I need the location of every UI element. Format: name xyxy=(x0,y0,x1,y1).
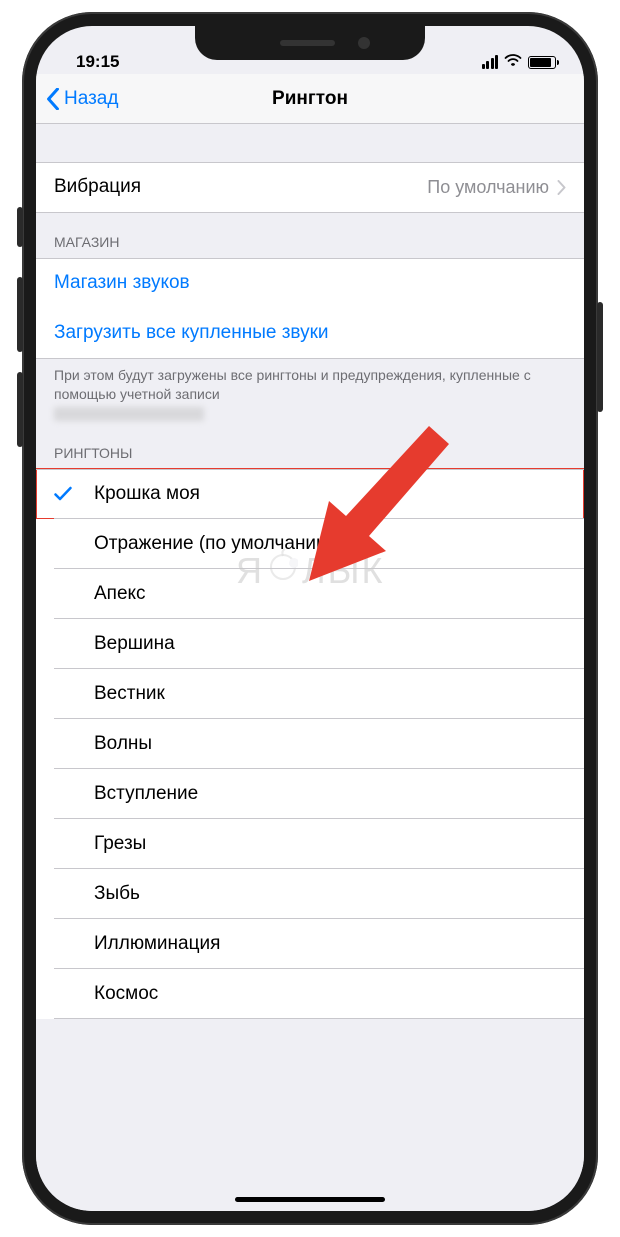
ringtone-label: Зыбь xyxy=(94,883,140,905)
vibration-cell[interactable]: Вибрация По умолчанию xyxy=(36,162,584,212)
screen: 19:15 Назад Рингтон Вибрация xyxy=(36,26,584,1211)
checkmark-icon xyxy=(54,486,72,502)
ringtone-item[interactable]: Отражение (по умолчанию) xyxy=(36,519,584,569)
ringtone-item[interactable]: Крошка моя xyxy=(36,469,584,519)
ringtone-label: Иллюминация xyxy=(94,933,220,955)
notch xyxy=(195,26,425,60)
account-email-blurred xyxy=(54,407,204,421)
ringtone-item[interactable]: Вступление xyxy=(36,769,584,819)
store-footer: При этом будут загружены все рингтоны и … xyxy=(36,358,584,431)
ringtone-label: Вступление xyxy=(94,783,198,805)
back-button[interactable]: Назад xyxy=(36,88,118,110)
navigation-bar: Назад Рингтон xyxy=(36,74,584,124)
store-section-header: МАГАЗИН xyxy=(36,212,584,258)
ringtone-label: Грезы xyxy=(94,833,146,855)
ringtone-label: Вершина xyxy=(94,633,175,655)
ringtone-label: Космос xyxy=(94,983,158,1005)
ringtone-item[interactable]: Иллюминация xyxy=(36,919,584,969)
mute-switch xyxy=(17,207,23,247)
download-all-link[interactable]: Загрузить все купленные звуки xyxy=(36,308,584,358)
ringtone-item[interactable]: Вестник xyxy=(36,669,584,719)
volume-down-button xyxy=(17,372,23,447)
power-button xyxy=(597,302,603,412)
ringtone-label: Вестник xyxy=(94,683,165,705)
ringtone-label: Апекс xyxy=(94,583,146,605)
ringtone-list: Крошка моя Отражение (по умолчанию) Апекс В… xyxy=(36,469,584,1019)
ringtone-item[interactable]: Грезы xyxy=(36,819,584,869)
vibration-value: По умолчанию xyxy=(427,177,549,198)
back-label: Назад xyxy=(64,88,118,110)
ringtone-item[interactable]: Зыбь xyxy=(36,869,584,919)
ringtone-label: Крошка моя xyxy=(94,483,200,505)
content-scroll[interactable]: Вибрация По умолчанию МАГАЗИН Магазин зв… xyxy=(36,124,584,1211)
ringtone-item[interactable]: Космос xyxy=(36,969,584,1019)
cellular-signal-icon xyxy=(482,55,499,69)
chevron-right-icon xyxy=(557,180,566,195)
sound-store-link[interactable]: Магазин звуков xyxy=(36,258,584,308)
volume-up-button xyxy=(17,277,23,352)
ringtone-item[interactable]: Апекс xyxy=(36,569,584,619)
battery-icon xyxy=(528,56,556,69)
wifi-icon xyxy=(504,52,522,72)
phone-frame: 19:15 Назад Рингтон Вибрация xyxy=(22,12,598,1225)
ringtone-item[interactable]: Волны xyxy=(36,719,584,769)
ringtones-section-header: РИНГТОНЫ xyxy=(36,431,584,469)
ringtone-label: Отражение (по умолчанию) xyxy=(94,533,337,555)
ringtone-item[interactable]: Вершина xyxy=(36,619,584,669)
vibration-label: Вибрация xyxy=(54,176,141,198)
home-indicator[interactable] xyxy=(235,1197,385,1202)
ringtone-label: Волны xyxy=(94,733,152,755)
